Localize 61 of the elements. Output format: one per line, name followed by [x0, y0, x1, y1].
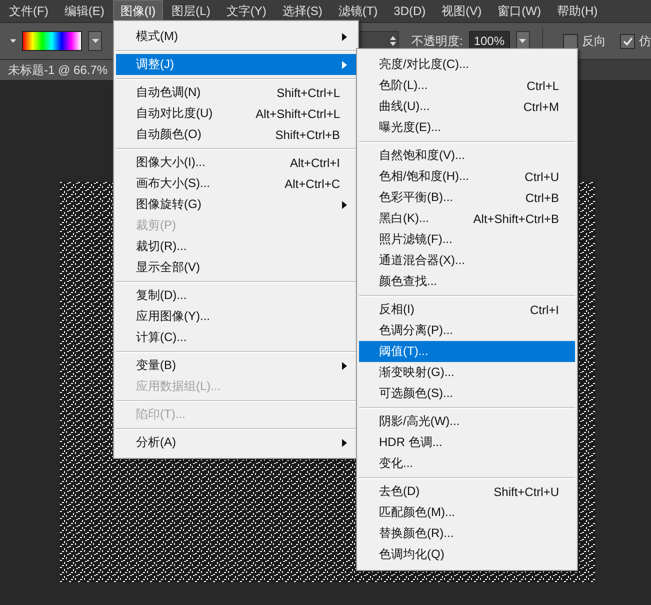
menu-item[interactable]: 图像大小(I)... Alt+Ctrl+I: [116, 152, 356, 173]
menu-title[interactable]: 图像(I): [113, 0, 163, 22]
menu-item[interactable]: 色调分离(P)...: [359, 320, 575, 341]
checkmark-icon: [622, 36, 632, 46]
menu-title[interactable]: 滤镜(T): [331, 0, 385, 22]
menu-item[interactable]: 亮度/对比度(C)...: [359, 54, 575, 75]
menu-item[interactable]: 照片滤镜(F)...: [359, 229, 575, 250]
menu-item[interactable]: 模式(M): [116, 26, 356, 47]
menu-item[interactable]: 画布大小(S)... Alt+Ctrl+C: [116, 173, 356, 194]
menu-item[interactable]: 反相(I) Ctrl+I: [359, 299, 575, 320]
menu-item[interactable]: 裁切(R)...: [116, 236, 356, 257]
menu-item[interactable]: 色阶(L)... Ctrl+L: [359, 75, 575, 96]
menu-item[interactable]: 可选颜色(S)...: [359, 383, 575, 404]
caret-icon: [92, 39, 99, 43]
menu-item[interactable]: HDR 色调...: [359, 432, 575, 453]
menu-item[interactable]: 自动色调(N) Shift+Ctrl+L: [116, 82, 356, 103]
menu-item[interactable]: 计算(C)...: [116, 327, 356, 348]
menu-item[interactable]: 自然饱和度(V)...: [359, 145, 575, 166]
menu-item[interactable]: 色调均化(Q): [359, 544, 575, 565]
menu-title[interactable]: 3D(D): [386, 0, 433, 22]
menu-item[interactable]: 阈值(T)...: [359, 341, 575, 362]
caret-icon: [10, 39, 16, 43]
checkbox[interactable]: [563, 34, 578, 48]
menu-title[interactable]: 编辑(E): [57, 0, 112, 22]
menu-item[interactable]: 变化...: [359, 453, 575, 474]
menu-item[interactable]: 去色(D) Shift+Ctrl+U: [359, 481, 575, 502]
menu-item[interactable]: 替换颜色(R)...: [359, 523, 575, 544]
menu-item[interactable]: 色彩平衡(B)... Ctrl+B: [359, 187, 575, 208]
menu-title[interactable]: 选择(S): [275, 0, 330, 22]
menu-item[interactable]: 应用图像(Y)...: [116, 306, 356, 327]
checkbox-label: 仿: [639, 32, 651, 50]
menu-item[interactable]: 图像旋转(G): [116, 194, 356, 215]
menu-item[interactable]: 黑白(K)... Alt+Shift+Ctrl+B: [359, 208, 575, 229]
menu-item[interactable]: 显示全部(V): [116, 257, 356, 278]
menu-item[interactable]: 通道混合器(X)...: [359, 250, 575, 271]
menu-item[interactable]: 色相/饱和度(H)... Ctrl+U: [359, 166, 575, 187]
menu-item[interactable]: 自动对比度(U) Alt+Shift+Ctrl+L: [116, 103, 356, 124]
menu-item[interactable]: 复制(D)...: [116, 285, 356, 306]
gradient-dropdown[interactable]: [88, 31, 102, 51]
checkbox-label: 反向: [582, 32, 606, 50]
caret-icon: [519, 39, 526, 43]
menu-item[interactable]: 自动颜色(O) Shift+Ctrl+B: [116, 124, 356, 145]
menu-title[interactable]: 窗口(W): [490, 0, 548, 22]
menu-item[interactable]: 渐变映射(G)...: [359, 362, 575, 383]
opacity-label: 不透明度:: [411, 32, 463, 50]
menu-item[interactable]: 阴影/高光(W)...: [359, 411, 575, 432]
menu-title[interactable]: 帮助(H): [550, 0, 605, 22]
menu-item[interactable]: 曝光度(E)...: [359, 117, 575, 138]
checkbox[interactable]: [620, 34, 635, 48]
menu-title[interactable]: 图层(L): [164, 0, 218, 22]
menu-item[interactable]: 匹配颜色(M)...: [359, 502, 575, 523]
menu-item[interactable]: 颜色查找...: [359, 271, 575, 292]
menu-item[interactable]: 变量(B): [116, 355, 356, 376]
gradient-swatch[interactable]: [22, 31, 82, 51]
menu-item[interactable]: 分析(A): [116, 432, 356, 453]
menu-item[interactable]: 曲线(U)... Ctrl+M: [359, 96, 575, 117]
menu-item[interactable]: 调整(J): [116, 54, 356, 75]
spinner-icon: [390, 36, 396, 46]
menu-title[interactable]: 视图(V): [434, 0, 489, 22]
menu-title[interactable]: 文字(Y): [219, 0, 274, 22]
menu-title[interactable]: 文件(F): [2, 0, 56, 22]
